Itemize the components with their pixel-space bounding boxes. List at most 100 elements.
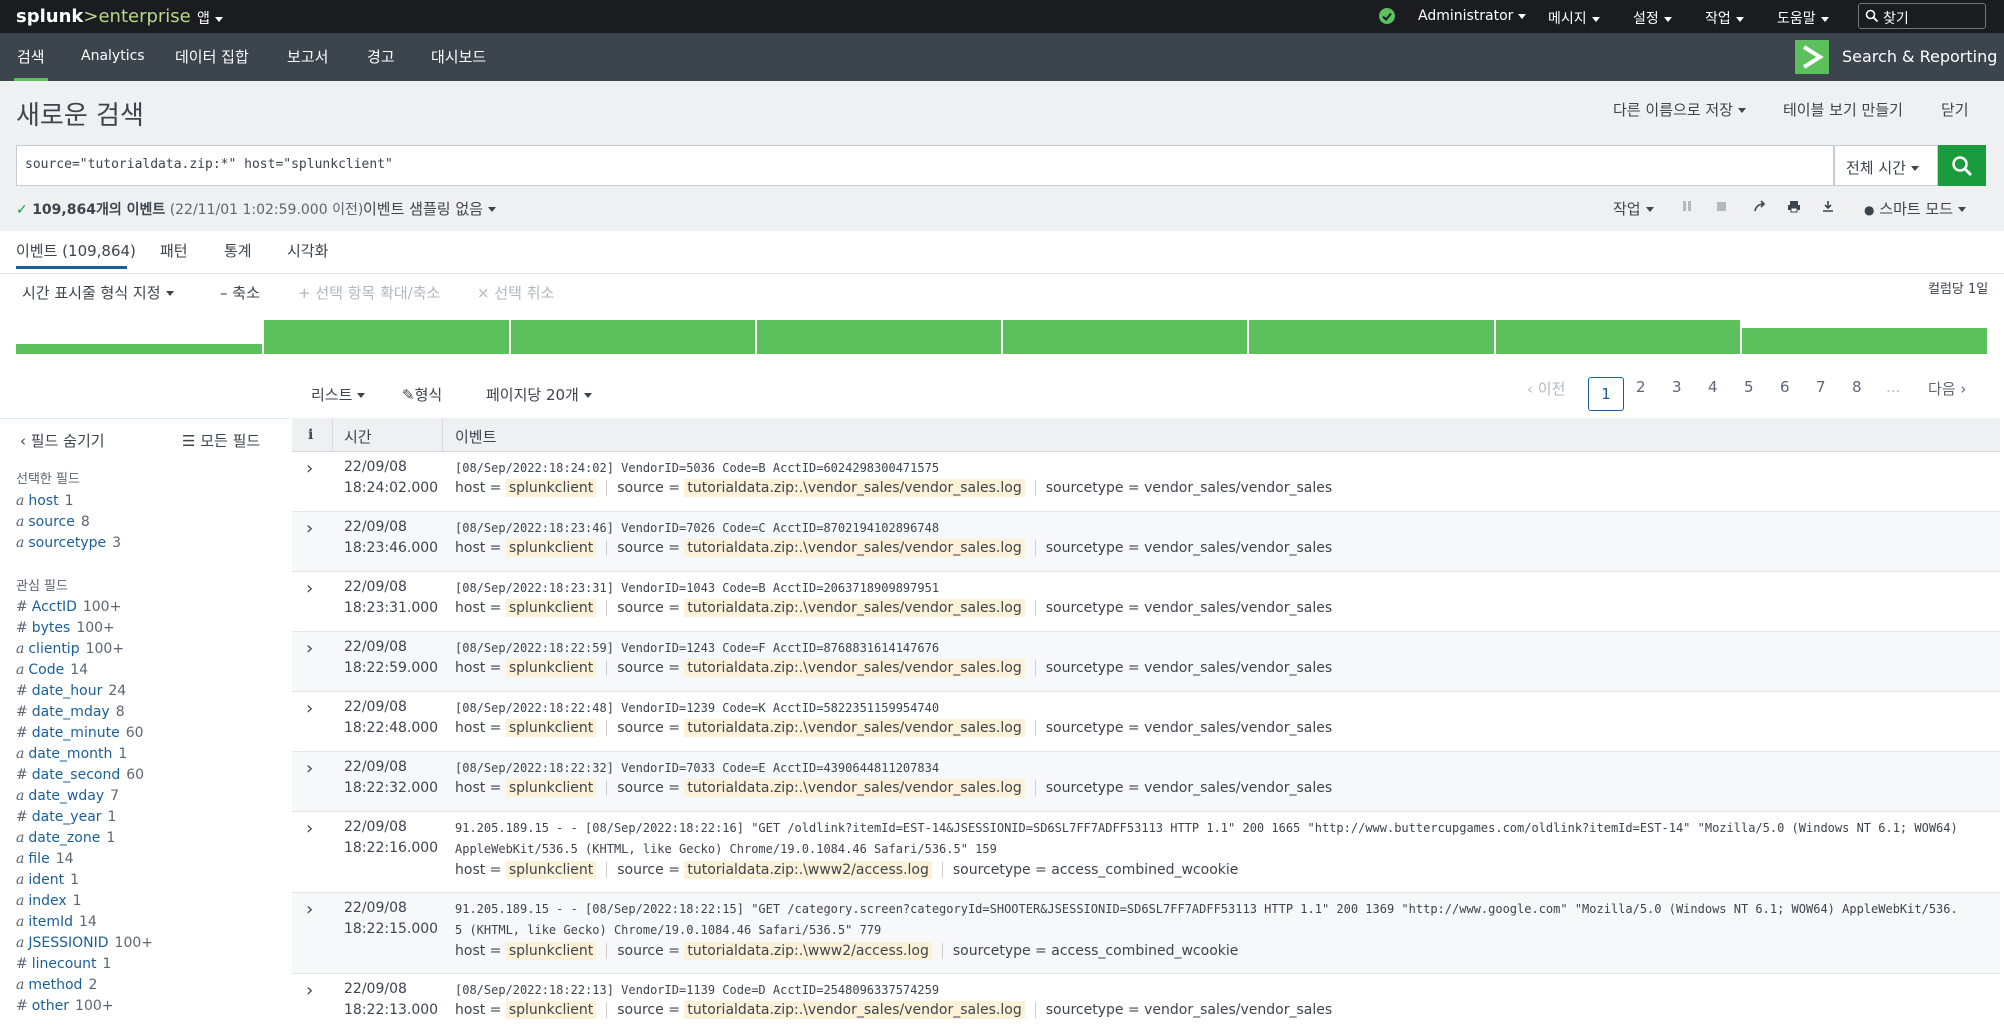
timeline-format-menu[interactable]: 시간 표시줄 형식 지정 (22, 282, 174, 303)
event-field-value[interactable]: splunkclient (505, 861, 597, 879)
app-menu[interactable]: 앱 (197, 8, 223, 28)
expand-chevron-icon[interactable]: › (306, 818, 313, 839)
event-field-value[interactable]: vendor_sales/vendor_sales (1144, 1002, 1332, 1018)
event-field-value[interactable]: vendor_sales/vendor_sales (1144, 540, 1332, 556)
event-field-value[interactable]: vendor_sales/vendor_sales (1144, 720, 1332, 736)
field-item[interactable]: a index 1 (16, 891, 286, 912)
splunk-logo[interactable]: splunk>enterprise (16, 6, 191, 27)
messages-menu[interactable]: 메시지 (1548, 8, 1600, 28)
event-field-value[interactable]: tutorialdata.zip:.\vendor_sales/vendor_s… (684, 539, 1025, 557)
nav-item-search[interactable]: 검색 (17, 46, 45, 67)
event-field-value[interactable]: access_combined_wcookie (1051, 862, 1238, 878)
time-column-header[interactable]: 시간 (344, 426, 372, 447)
create-table-view-button[interactable]: 테이블 보기 만들기 (1783, 99, 1903, 120)
event-sampling-menu[interactable]: 이벤트 샘플링 없음 (363, 198, 496, 219)
field-item[interactable]: a date_month 1 (16, 744, 286, 765)
settings-menu[interactable]: 설정 (1633, 8, 1672, 28)
field-item[interactable]: # date_year 1 (16, 807, 286, 828)
field-item[interactable]: a method 2 (16, 975, 286, 996)
page-7-button[interactable]: 7 (1816, 378, 1826, 396)
expand-chevron-icon[interactable]: › (306, 758, 313, 779)
event-field-value[interactable]: splunkclient (505, 942, 597, 960)
page-3-button[interactable]: 3 (1672, 378, 1682, 396)
event-field-value[interactable]: tutorialdata.zip:.\vendor_sales/vendor_s… (684, 1001, 1025, 1019)
search-query-input[interactable]: source="tutorialdata.zip:*" host="splunk… (16, 145, 1834, 186)
expand-chevron-icon[interactable]: › (306, 980, 313, 1001)
next-page-button[interactable]: 다음 › (1928, 378, 1966, 399)
timeline-bar[interactable] (16, 344, 262, 354)
field-item[interactable]: # date_second 60 (16, 765, 286, 786)
search-mode-menu[interactable]: ● 스마트 모드 (1864, 198, 1967, 219)
search-submit-button[interactable] (1938, 145, 1986, 186)
user-menu[interactable]: Administrator (1418, 8, 1527, 24)
stop-icon[interactable] (1717, 202, 1726, 211)
field-item[interactable]: a sourcetype 3 (16, 533, 286, 554)
event-field-value[interactable]: vendor_sales/vendor_sales (1144, 600, 1332, 616)
field-item[interactable]: # date_mday 8 (16, 702, 286, 723)
per-page-menu[interactable]: 페이지당 20개 (486, 384, 592, 405)
expand-chevron-icon[interactable]: › (306, 458, 313, 479)
page-5-button[interactable]: 5 (1744, 378, 1754, 396)
page-6-button[interactable]: 6 (1780, 378, 1790, 396)
field-item[interactable]: a JSESSIONID 100+ (16, 933, 286, 954)
event-field-value[interactable]: tutorialdata.zip:.\vendor_sales/vendor_s… (684, 659, 1025, 677)
field-item[interactable]: a file 14 (16, 849, 286, 870)
activity-menu[interactable]: 작업 (1705, 8, 1744, 28)
hide-fields-button[interactable]: ‹ 필드 숨기기 (20, 430, 105, 451)
field-item[interactable]: # linecount 1 (16, 954, 286, 975)
expand-chevron-icon[interactable]: › (306, 518, 313, 539)
job-menu[interactable]: 작업 (1613, 198, 1654, 219)
tab-events[interactable]: 이벤트 (109,864) (16, 240, 136, 261)
all-fields-button[interactable]: ☰ 모든 필드 (182, 430, 260, 451)
field-item[interactable]: a host 1 (16, 491, 286, 512)
deselect-button[interactable]: × 선택 취소 (477, 282, 554, 303)
pause-icon[interactable] (1682, 201, 1692, 212)
help-menu[interactable]: 도움말 (1777, 8, 1829, 28)
field-item[interactable]: # AcctID 100+ (16, 597, 286, 618)
list-view-menu[interactable]: 리스트 (311, 384, 366, 405)
expand-chevron-icon[interactable]: › (306, 698, 313, 719)
field-item[interactable]: # bytes 100+ (16, 618, 286, 639)
event-field-value[interactable]: vendor_sales/vendor_sales (1144, 780, 1332, 796)
field-item[interactable]: a Code 14 (16, 660, 286, 681)
page-2-button[interactable]: 2 (1636, 378, 1646, 396)
event-field-value[interactable]: splunkclient (505, 719, 597, 737)
health-status-icon[interactable] (1379, 8, 1395, 24)
timeline-bar[interactable] (1249, 320, 1494, 354)
tab-patterns[interactable]: 패턴 (160, 240, 188, 261)
field-item[interactable]: # date_hour 24 (16, 681, 286, 702)
zoom-out-button[interactable]: – 축소 (220, 282, 260, 303)
field-item[interactable]: a source 8 (16, 512, 286, 533)
event-field-value[interactable]: splunkclient (505, 779, 597, 797)
event-field-value[interactable]: splunkclient (505, 599, 597, 617)
event-field-value[interactable]: splunkclient (505, 659, 597, 677)
format-menu[interactable]: ✎형식 (402, 384, 442, 405)
field-item[interactable]: a itemId 14 (16, 912, 286, 933)
global-search-input[interactable]: 찾기 (1858, 3, 1986, 29)
field-item[interactable]: # other 100+ (16, 996, 286, 1017)
event-field-value[interactable]: tutorialdata.zip:.\vendor_sales/vendor_s… (684, 779, 1025, 797)
page-4-button[interactable]: 4 (1708, 378, 1718, 396)
tab-visualization[interactable]: 시각화 (287, 240, 328, 261)
zoom-to-selection-button[interactable]: + 선택 항목 확대/축소 (298, 282, 440, 303)
field-item[interactable]: # date_minute 60 (16, 723, 286, 744)
timeline-chart[interactable] (16, 316, 1987, 354)
share-icon[interactable] (1753, 200, 1767, 213)
nav-item-reports[interactable]: 보고서 (287, 46, 328, 67)
expand-chevron-icon[interactable]: › (306, 899, 313, 920)
tab-statistics[interactable]: 통계 (224, 240, 252, 261)
print-icon[interactable] (1787, 200, 1801, 213)
event-field-value[interactable]: vendor_sales/vendor_sales (1144, 660, 1332, 676)
nav-item-analytics[interactable]: Analytics (81, 48, 145, 64)
nav-item-dashboards[interactable]: 대시보드 (431, 46, 486, 67)
expand-chevron-icon[interactable]: › (306, 578, 313, 599)
field-item[interactable]: a clientip 100+ (16, 639, 286, 660)
timeline-bar[interactable] (264, 320, 509, 354)
event-field-value[interactable]: tutorialdata.zip:.\vendor_sales/vendor_s… (684, 719, 1025, 737)
event-field-value[interactable]: tutorialdata.zip:.\vendor_sales/vendor_s… (684, 479, 1025, 497)
time-range-picker[interactable]: 전체 시간 (1834, 145, 1938, 186)
field-item[interactable]: a ident 1 (16, 870, 286, 891)
event-field-value[interactable]: splunkclient (505, 539, 597, 557)
field-item[interactable]: a date_zone 1 (16, 828, 286, 849)
page-8-button[interactable]: 8 (1852, 378, 1862, 396)
